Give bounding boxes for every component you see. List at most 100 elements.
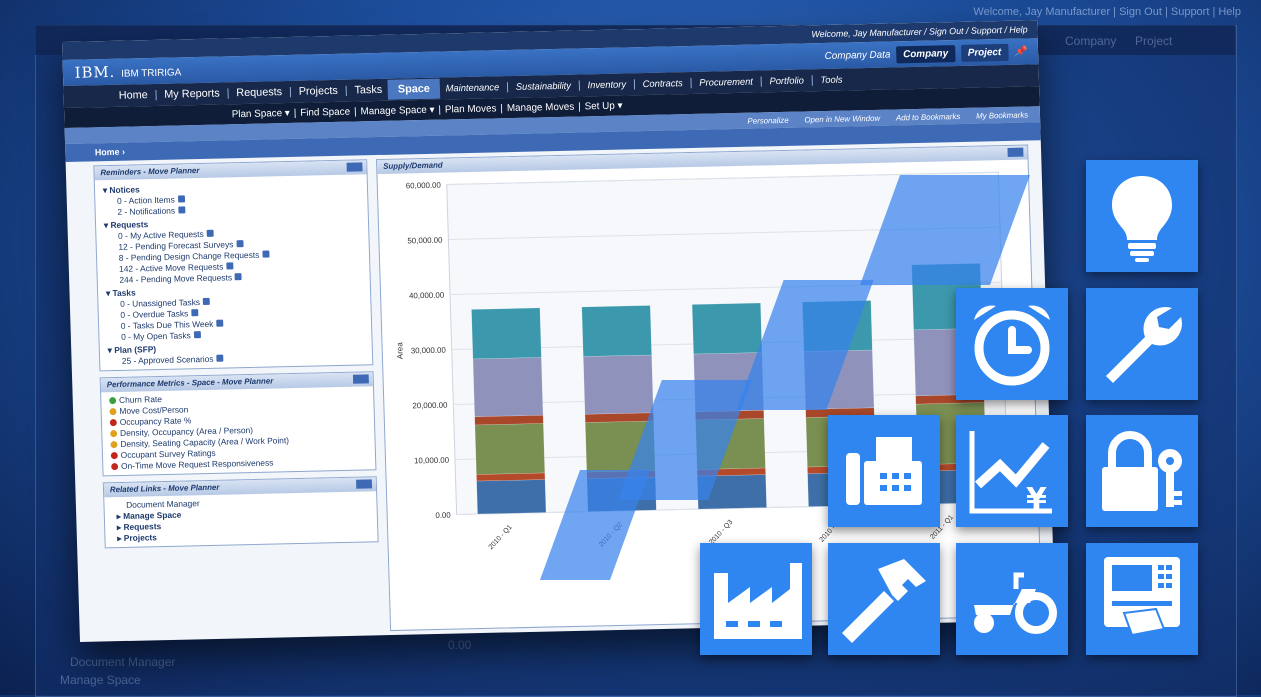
tile-atm[interactable] bbox=[1086, 543, 1198, 655]
reminders-list: ▾ Notices 0 - Action Items 2 - Notificatio… bbox=[95, 174, 373, 370]
hammer-icon bbox=[842, 559, 926, 643]
nav-contracts[interactable]: Contracts bbox=[637, 78, 689, 90]
background-project: Project bbox=[1135, 34, 1173, 48]
atm-icon bbox=[1104, 557, 1180, 637]
subnav-set-up[interactable]: Set Up ▾ bbox=[584, 100, 622, 112]
background-top-links: Welcome, Jay Manufacturer | Sign Out | S… bbox=[973, 6, 1241, 18]
nav-inventory[interactable]: Inventory bbox=[582, 79, 633, 91]
x-tick-label: 2010 - Q1 bbox=[488, 524, 514, 551]
tile-fax[interactable] bbox=[828, 415, 940, 527]
status-icon bbox=[111, 463, 119, 471]
nav-home[interactable]: Home bbox=[113, 89, 154, 102]
bar-segment bbox=[472, 357, 544, 417]
fax-icon bbox=[846, 437, 922, 505]
panel-controls-icon[interactable] bbox=[352, 374, 369, 384]
personalize-link[interactable]: Personalize bbox=[747, 115, 788, 125]
tile-wrench[interactable] bbox=[1086, 288, 1198, 400]
background-panel-item: Document Manager bbox=[70, 655, 176, 669]
my-bookmarks-link[interactable]: My Bookmarks bbox=[976, 110, 1028, 120]
nav-maintenance[interactable]: Maintenance bbox=[440, 82, 506, 94]
status-icon bbox=[109, 419, 117, 427]
status-icon bbox=[110, 452, 118, 460]
y-tick-label: 60,000.00 bbox=[406, 181, 442, 191]
nav-procurement[interactable]: Procurement bbox=[693, 76, 759, 88]
company-button[interactable]: Company bbox=[896, 44, 956, 63]
y-tick-label: 0.00 bbox=[435, 511, 451, 520]
metrics-list: Churn Rate Move Cost/Person Occupancy Rate… bbox=[101, 386, 375, 475]
report-icon[interactable] bbox=[193, 331, 201, 339]
bar-segment bbox=[474, 423, 546, 475]
report-icon[interactable] bbox=[177, 195, 185, 203]
pin-icon[interactable]: 📌 bbox=[1014, 46, 1027, 57]
bar-segment bbox=[583, 354, 654, 415]
y-tick-label: 30,000.00 bbox=[411, 346, 447, 356]
tile-factory[interactable] bbox=[700, 543, 812, 655]
panel-controls-icon[interactable] bbox=[356, 479, 373, 489]
nav-tools[interactable]: Tools bbox=[814, 74, 848, 86]
y-tick-label: 20,000.00 bbox=[412, 401, 448, 411]
lightbulb-icon bbox=[1112, 176, 1172, 262]
chart-title: Supply/Demand bbox=[382, 160, 443, 171]
tile-lightbulb[interactable] bbox=[1086, 160, 1198, 272]
alarm-clock-icon bbox=[974, 305, 1050, 386]
lock-key-icon bbox=[1102, 431, 1182, 511]
tile-lock-key[interactable] bbox=[1086, 415, 1198, 527]
reminders-panel: Reminders - Move Planner ▾ Notices 0 - Ac… bbox=[93, 159, 374, 372]
subnav-manage-moves[interactable]: Manage Moves bbox=[507, 101, 575, 114]
bar-segment bbox=[691, 302, 763, 355]
status-icon bbox=[110, 441, 118, 449]
product-name: IBM TRIRIGA bbox=[121, 67, 182, 80]
nav-space[interactable]: Space bbox=[387, 78, 441, 100]
metrics-panel: Performance Metrics - Space - Move Plann… bbox=[99, 371, 377, 477]
svg-text:¥: ¥ bbox=[1026, 482, 1047, 517]
tile-alarm-clock[interactable] bbox=[956, 288, 1068, 400]
links-panel: Related Links - Move Planner Document Ma… bbox=[102, 476, 379, 549]
tile-tractor[interactable] bbox=[956, 543, 1068, 655]
panel-controls-icon[interactable] bbox=[346, 162, 363, 172]
report-icon[interactable] bbox=[177, 206, 186, 214]
panel-controls-icon[interactable] bbox=[1007, 147, 1024, 157]
nav-sustainability[interactable]: Sustainability bbox=[510, 80, 577, 92]
report-icon[interactable] bbox=[234, 273, 242, 281]
links-list: Document Manager ▸ Manage Space ▸ Requests… bbox=[104, 491, 377, 547]
background-company: Company bbox=[1065, 34, 1117, 48]
bar-segment bbox=[476, 479, 547, 515]
report-icon[interactable] bbox=[191, 309, 199, 317]
ibm-logo[interactable]: IBM. IBM TRIRIGA bbox=[74, 61, 182, 82]
nav-tasks[interactable]: Tasks bbox=[348, 84, 388, 97]
status-icon bbox=[109, 397, 117, 405]
status-icon bbox=[109, 408, 117, 416]
status-icon bbox=[110, 430, 118, 438]
report-icon[interactable] bbox=[202, 297, 210, 306]
report-icon[interactable] bbox=[226, 262, 234, 270]
chart-yen-icon: ¥ bbox=[969, 431, 1052, 517]
subnav-find-space[interactable]: Find Space bbox=[300, 106, 350, 118]
open-new-window-link[interactable]: Open in New Window bbox=[804, 113, 880, 124]
add-bookmarks-link[interactable]: Add to Bookmarks bbox=[896, 111, 961, 121]
report-icon[interactable] bbox=[216, 354, 224, 362]
wrench-icon bbox=[1106, 307, 1182, 383]
company-data-label: Company Data bbox=[824, 49, 891, 62]
tractor-icon bbox=[974, 572, 1057, 634]
y-tick-label: 40,000.00 bbox=[409, 291, 445, 301]
nav-projects[interactable]: Projects bbox=[293, 85, 344, 98]
report-icon[interactable] bbox=[206, 229, 214, 237]
report-icon[interactable] bbox=[262, 250, 270, 258]
nav-my-reports[interactable]: My Reports bbox=[158, 87, 226, 101]
subnav-plan-space[interactable]: Plan Space ▾ bbox=[232, 107, 290, 119]
reminders-title: Reminders - Move Planner bbox=[100, 166, 200, 178]
report-icon[interactable] bbox=[236, 240, 244, 248]
tile-chart-yen[interactable]: ¥ bbox=[956, 415, 1068, 527]
factory-icon bbox=[714, 563, 802, 639]
nav-portfolio[interactable]: Portfolio bbox=[763, 75, 809, 87]
bar-segment bbox=[471, 307, 542, 360]
subnav-manage-space[interactable]: Manage Space ▾ bbox=[360, 104, 434, 117]
nav-requests[interactable]: Requests bbox=[230, 86, 288, 99]
y-tick-label: 10,000.00 bbox=[414, 456, 450, 466]
project-button[interactable]: Project bbox=[960, 43, 1009, 62]
tile-hammer[interactable] bbox=[828, 543, 940, 655]
subnav-plan-moves[interactable]: Plan Moves bbox=[445, 103, 497, 115]
report-icon[interactable] bbox=[216, 319, 224, 327]
background-panel-item2: Manage Space bbox=[60, 673, 141, 687]
links-title: Related Links - Move Planner bbox=[109, 482, 220, 495]
